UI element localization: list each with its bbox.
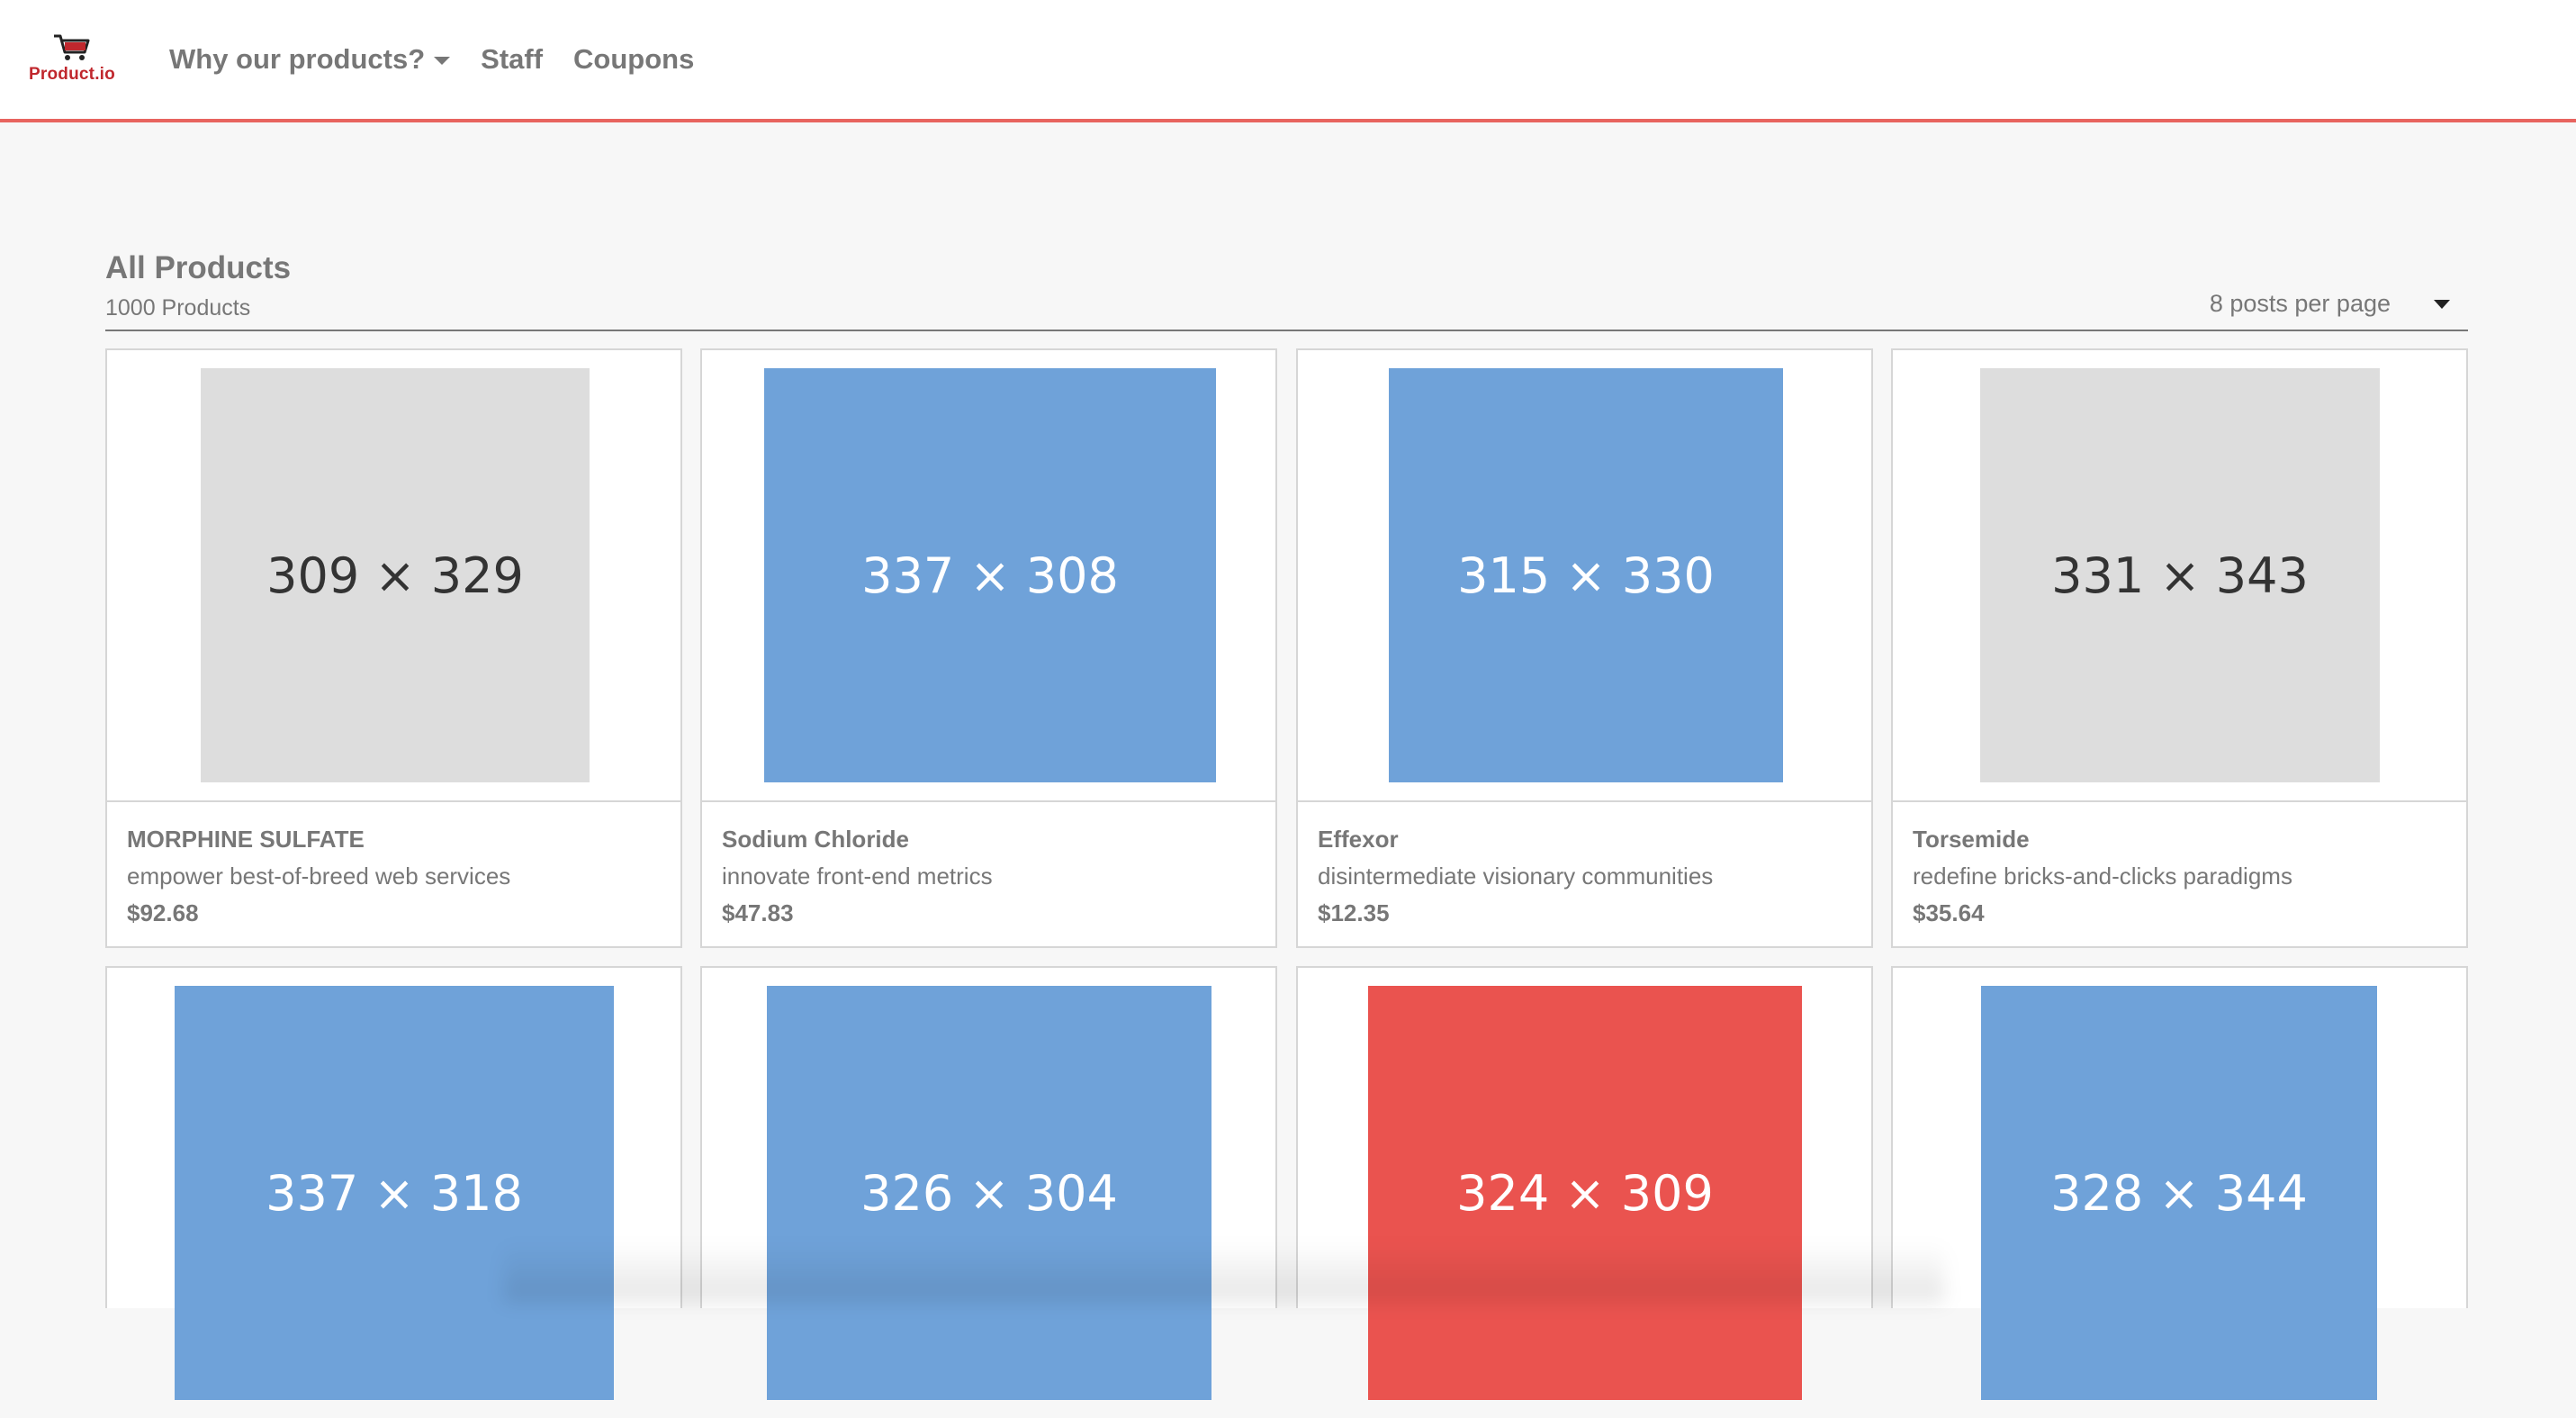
nav-links: Why our products? Staff Coupons <box>169 38 725 81</box>
product-card[interactable]: 326 × 304 <box>700 966 1277 1400</box>
product-info: MORPHINE SULFATE empower best-of-breed w… <box>107 802 680 946</box>
product-image-area: 337 × 308 <box>702 350 1275 802</box>
product-image-area: 337 × 318 <box>107 968 680 1418</box>
product-card[interactable]: 324 × 309 <box>1296 966 1873 1400</box>
product-image-placeholder: 324 × 309 <box>1368 986 1802 1400</box>
product-card[interactable]: 328 × 344 <box>1891 966 2468 1400</box>
nav-staff[interactable]: Staff <box>481 38 543 81</box>
caret-down-icon <box>434 56 451 65</box>
product-image-placeholder: 309 × 329 <box>201 368 590 782</box>
caret-down-icon <box>2434 299 2450 309</box>
product-image-placeholder: 337 × 318 <box>175 986 614 1400</box>
nav-coupons[interactable]: Coupons <box>573 38 694 81</box>
image-dimension-label: 309 × 329 <box>266 546 524 604</box>
product-price: $12.35 <box>1318 899 1390 926</box>
product-card[interactable]: 309 × 329 MORPHINE SULFATE empower best-… <box>105 348 682 948</box>
nav-why-our-products-label: Why our products? <box>169 43 426 75</box>
products-header: All Products 1000 Products 8 posts per p… <box>105 247 2468 331</box>
product-image-placeholder: 328 × 344 <box>1981 986 2377 1400</box>
image-dimension-label: 331 × 343 <box>2051 546 2309 604</box>
cart-icon <box>54 34 90 60</box>
product-name: Torsemide <box>1913 826 2030 853</box>
product-name: Sodium Chloride <box>722 826 909 853</box>
product-card[interactable]: 331 × 343 Torsemide redefine bricks-and-… <box>1891 348 2468 948</box>
nav-why-our-products-dropdown[interactable]: Why our products? <box>169 38 451 81</box>
product-image-area: 326 × 304 <box>702 968 1275 1418</box>
product-description: redefine bricks-and-clicks paradigms <box>1913 863 2292 890</box>
product-name: Effexor <box>1318 826 1399 853</box>
product-count: 1000 Products <box>105 295 251 321</box>
product-card[interactable]: 337 × 308 Sodium Chloride innovate front… <box>700 348 1277 948</box>
per-page-select[interactable]: 8 posts per page <box>2210 290 2450 318</box>
product-price: $47.83 <box>722 899 794 926</box>
product-info: Sodium Chloride innovate front-end metri… <box>702 802 1275 946</box>
image-dimension-label: 324 × 309 <box>1456 1164 1714 1222</box>
product-image-placeholder: 315 × 330 <box>1389 368 1783 782</box>
brand-name: Product.io <box>29 65 115 84</box>
navbar: Product.io Why our products? Staff Coupo… <box>0 0 2576 122</box>
product-description: disintermediate visionary communities <box>1318 863 1714 890</box>
image-dimension-label: 315 × 330 <box>1457 546 1715 604</box>
product-image-area: 309 × 329 <box>107 350 680 802</box>
product-price: $92.68 <box>127 899 199 926</box>
image-dimension-label: 337 × 308 <box>861 546 1119 604</box>
page-title: All Products <box>105 250 292 285</box>
image-dimension-label: 337 × 318 <box>266 1164 523 1222</box>
product-image-area: 315 × 330 <box>1298 350 1871 802</box>
product-card[interactable]: 337 × 318 <box>105 966 682 1400</box>
product-image-area: 331 × 343 <box>1893 350 2466 802</box>
product-image-placeholder: 326 × 304 <box>767 986 1211 1400</box>
product-info: Effexor disintermediate visionary commun… <box>1298 802 1871 946</box>
product-image-placeholder: 331 × 343 <box>1980 368 2380 782</box>
product-price: $35.64 <box>1913 899 1985 926</box>
product-name: MORPHINE SULFATE <box>127 826 365 853</box>
image-dimension-label: 328 × 344 <box>2050 1164 2308 1222</box>
per-page-value: 8 posts per page <box>2209 290 2391 317</box>
product-description: empower best-of-breed web services <box>127 863 511 890</box>
product-image-area: 328 × 344 <box>1893 968 2466 1418</box>
image-dimension-label: 326 × 304 <box>860 1164 1118 1222</box>
product-card[interactable]: 315 × 330 Effexor disintermediate vision… <box>1296 348 1873 948</box>
brand-logo-link[interactable]: Product.io <box>25 31 119 88</box>
product-info: Torsemide redefine bricks-and-clicks par… <box>1893 802 2466 946</box>
product-description: innovate front-end metrics <box>722 863 993 890</box>
product-image-placeholder: 337 × 308 <box>764 368 1216 782</box>
product-image-area: 324 × 309 <box>1298 968 1871 1418</box>
